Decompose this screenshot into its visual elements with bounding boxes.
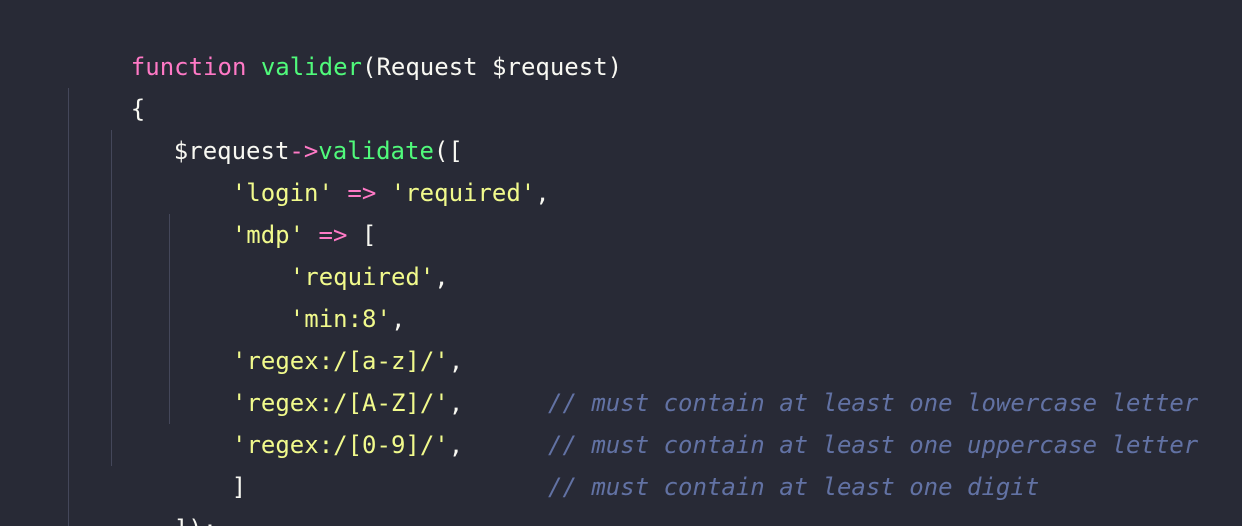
keyword-function: function [130,53,247,81]
comma: , [434,263,449,291]
code-line-8[interactable]: 'regex:/[a-z]/', // must contain at leas… [0,298,1242,417]
comma: , [535,179,550,207]
code-line-7[interactable]: 'min:8', [232,256,406,333]
value-required: 'required' [390,179,536,207]
code-line-3[interactable]: $request->validate([ [116,88,463,165]
function-name: valider [260,53,362,81]
close-paren-bracket: ]); [174,515,217,526]
code-line-1[interactable]: function valider(Request $request) [73,4,622,81]
code-line-4[interactable]: 'login' => 'required', [174,130,550,207]
code-line-5[interactable]: 'mdp' => [ [174,172,377,249]
comment-digit: // must contain at least one digit [548,473,1040,501]
code-line-10[interactable]: 'regex:/[0-9]/', // must contain at leas… [0,382,1242,501]
code-line-12[interactable]: ]); [116,466,217,526]
code-editor[interactable]: function valider(Request $request) { $re… [0,0,1242,526]
comma: , [448,431,464,459]
function-signature: (Request $request) [362,53,623,81]
rule-regex-digit: 'regex:/[0-9]/' [232,431,449,459]
code-line-6[interactable]: 'required', [232,214,449,291]
close-bracket: ] [231,473,247,501]
code-line-11[interactable]: ] [174,424,246,501]
comment-uppercase: // must contain at least one uppercase l… [548,431,1199,459]
code-line-9[interactable]: 'regex:/[A-Z]/', // must contain at leas… [0,340,1242,459]
code-line-2[interactable]: { [73,46,145,123]
